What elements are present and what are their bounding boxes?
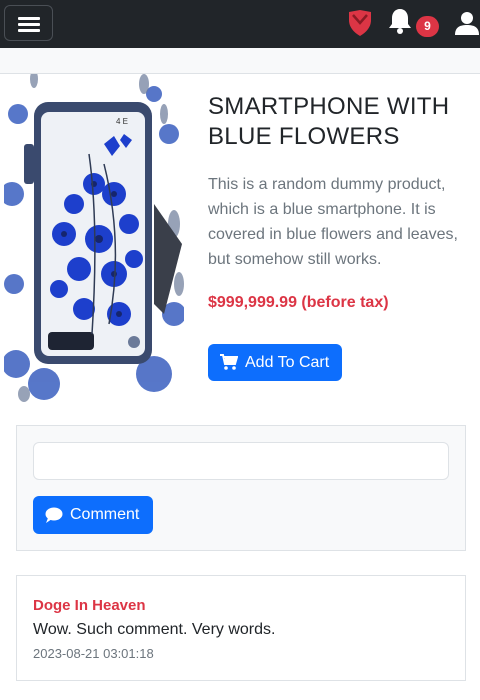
- comment-input[interactable]: [33, 442, 449, 480]
- product-price: $999,999.99 (before tax): [208, 294, 389, 311]
- comment-submit-label: Comment: [70, 506, 140, 523]
- comment-text: Wow. Such comment. Very words.: [33, 621, 276, 638]
- comment-form: Comment: [16, 425, 466, 551]
- bell-icon[interactable]: [386, 7, 414, 35]
- svg-text:4 E: 4 E: [116, 117, 128, 126]
- speech-bubble-icon: [45, 507, 63, 523]
- add-to-cart-label: Add To Cart: [245, 354, 330, 371]
- add-to-cart-button[interactable]: Add To Cart: [208, 344, 342, 381]
- hamburger-menu-icon-bar: [18, 23, 40, 26]
- comment-author: Doge In Heaven: [33, 597, 146, 614]
- product-description: This is a random dummy product, which is…: [208, 176, 458, 268]
- shield-icon[interactable]: [348, 10, 372, 36]
- hamburger-menu-icon: [18, 17, 40, 20]
- comment-card: Doge In Heaven Wow. Such comment. Very w…: [16, 575, 466, 681]
- hamburger-menu-icon-bar: [18, 29, 40, 32]
- comment-submit-button[interactable]: Comment: [33, 496, 153, 534]
- product-image: 4 E: [4, 74, 184, 402]
- sub-navbar: [0, 48, 480, 74]
- product-title: SMARTPHONE WITH BLUE FLOWERS: [208, 93, 450, 150]
- top-navbar: 9: [0, 0, 480, 48]
- user-icon[interactable]: [454, 11, 480, 37]
- notification-count-badge: 9: [416, 16, 439, 37]
- cart-icon: [220, 354, 238, 370]
- menu-toggle-button[interactable]: [4, 5, 53, 41]
- comment-timestamp: 2023-08-21 03:01:18: [33, 646, 154, 661]
